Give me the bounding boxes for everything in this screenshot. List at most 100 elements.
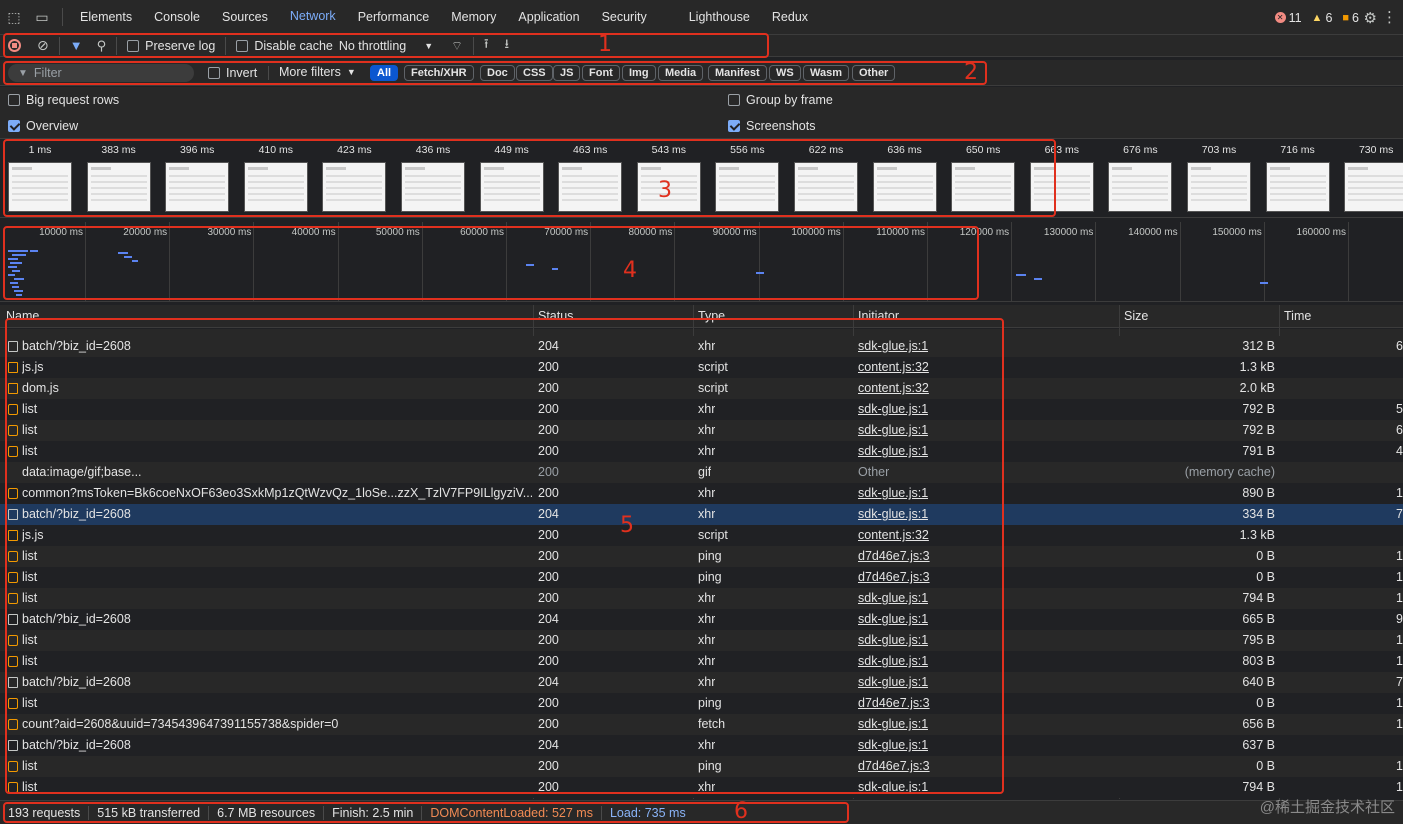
- request-initiator[interactable]: d7d46e7.js:3: [858, 696, 930, 710]
- table-row[interactable]: list 200 xhr sdk-glue.js:1 794 B 1: [0, 777, 1403, 798]
- request-initiator[interactable]: sdk-glue.js:1: [858, 717, 928, 731]
- column-header-time[interactable]: Time: [1284, 309, 1311, 323]
- request-initiator[interactable]: sdk-glue.js:1: [858, 402, 928, 416]
- screenshot-thumbnail[interactable]: [86, 162, 151, 212]
- tab-performance[interactable]: Performance: [347, 0, 441, 35]
- screenshot-frame[interactable]: 396 ms: [161, 144, 233, 212]
- screenshot-frame[interactable]: 1 ms: [4, 144, 76, 212]
- screenshot-thumbnail[interactable]: [1029, 162, 1094, 212]
- filter-type-css[interactable]: CSS: [516, 65, 553, 81]
- screenshot-frame[interactable]: 622 ms: [790, 144, 862, 212]
- screenshot-frame[interactable]: 716 ms: [1262, 144, 1334, 212]
- throttling-select[interactable]: No throttling ▼: [339, 39, 433, 53]
- request-initiator[interactable]: sdk-glue.js:1: [858, 780, 928, 794]
- request-initiator[interactable]: sdk-glue.js:1: [858, 339, 928, 353]
- request-initiator[interactable]: sdk-glue.js:1: [858, 423, 928, 437]
- screenshot-thumbnail[interactable]: [951, 162, 1016, 212]
- screenshot-frame[interactable]: 636 ms: [869, 144, 941, 212]
- screenshot-frame[interactable]: 436 ms: [397, 144, 469, 212]
- tab-redux[interactable]: Redux: [761, 0, 819, 35]
- filter-type-fetchxhr[interactable]: Fetch/XHR: [404, 65, 474, 81]
- checkbox-icon[interactable]: [236, 39, 249, 52]
- table-row[interactable]: batch/?biz_id=2608 204 xhr sdk-glue.js:1 637…: [0, 735, 1403, 756]
- more-filters-dropdown[interactable]: More filters ▼: [279, 65, 356, 79]
- tab-console[interactable]: Console: [143, 0, 211, 35]
- table-row[interactable]: list 200 xhr sdk-glue.js:1 803 B 1: [0, 651, 1403, 672]
- screenshot-thumbnail[interactable]: [1108, 162, 1173, 212]
- table-row[interactable]: list 200 xhr sdk-glue.js:1 792 B 5: [0, 399, 1403, 420]
- checkbox-icon[interactable]: [728, 94, 740, 106]
- table-row[interactable]: list 200 xhr sdk-glue.js:1 795 B 1: [0, 630, 1403, 651]
- table-row[interactable]: list 200 xhr sdk-glue.js:1 791 B 4: [0, 441, 1403, 462]
- table-row[interactable]: common?msToken=Bk6coeNxOF63eo3SxkMp1zQtW…: [0, 483, 1403, 504]
- screenshot-thumbnail[interactable]: [794, 162, 858, 212]
- warning-badge[interactable]: ▲ 6: [1312, 11, 1333, 25]
- screenshot-thumbnail[interactable]: [479, 162, 544, 212]
- screenshot-frame[interactable]: 449 ms: [476, 144, 548, 212]
- import-har-button[interactable]: ⭱: [484, 35, 489, 57]
- screenshot-frame[interactable]: 463 ms: [554, 144, 626, 212]
- filter-type-img[interactable]: Img: [622, 65, 656, 81]
- checkbox-icon[interactable]: [127, 39, 140, 52]
- request-initiator[interactable]: sdk-glue.js:1: [858, 486, 928, 500]
- overview-checkbox[interactable]: Overview: [8, 119, 78, 133]
- request-initiator[interactable]: sdk-glue.js:1: [858, 738, 928, 752]
- tab-network[interactable]: Network: [278, 0, 347, 35]
- tab-memory[interactable]: Memory: [440, 0, 507, 35]
- network-overview-timeline[interactable]: 10000 ms 20000 ms 30000 ms 40000 ms 50000 ms…: [0, 222, 1403, 302]
- table-row[interactable]: list 200 ping d7d46e7.js:3 0 B 1: [0, 693, 1403, 714]
- screenshot-frame[interactable]: 650 ms: [947, 144, 1019, 212]
- screenshot-thumbnail[interactable]: [1265, 162, 1330, 212]
- column-header-size[interactable]: Size: [1124, 309, 1148, 323]
- request-initiator[interactable]: content.js:32: [858, 528, 929, 542]
- screenshots-checkbox[interactable]: Screenshots: [728, 119, 815, 133]
- table-row[interactable]: batch/?biz_id=2608 204 xhr sdk-glue.js:1 312…: [0, 336, 1403, 357]
- table-row[interactable]: list 200 ping d7d46e7.js:3 0 B 1: [0, 546, 1403, 567]
- filter-input[interactable]: ▼ Filter: [8, 64, 194, 82]
- table-row[interactable]: list 200 xhr sdk-glue.js:1 794 B 1: [0, 588, 1403, 609]
- more-options-icon[interactable]: ⋮: [1382, 8, 1397, 26]
- tab-security[interactable]: Security: [591, 0, 658, 35]
- screenshot-thumbnail[interactable]: [8, 162, 72, 212]
- screenshot-frame[interactable]: 410 ms: [240, 144, 312, 212]
- clear-button[interactable]: ⊘: [37, 37, 49, 54]
- request-initiator[interactable]: content.js:32: [858, 360, 929, 374]
- issues-badge[interactable]: ■ 6: [1342, 11, 1359, 25]
- checkbox-icon[interactable]: [208, 67, 220, 79]
- network-conditions-button[interactable]: ⌔: [451, 38, 463, 54]
- filter-type-other[interactable]: Other: [852, 65, 896, 81]
- filter-type-all[interactable]: All: [370, 65, 399, 81]
- table-row[interactable]: list 200 ping d7d46e7.js:3 0 B 1: [0, 756, 1403, 777]
- request-initiator[interactable]: sdk-glue.js:1: [858, 591, 928, 605]
- table-row[interactable]: batch/?biz_id=2608 204 xhr sdk-glue.js:1 334…: [0, 504, 1403, 525]
- table-row[interactable]: dom.js 200 script content.js:32 2.0 kB: [0, 378, 1403, 399]
- search-button[interactable]: ⚲: [97, 38, 107, 54]
- column-header-name[interactable]: Name: [6, 309, 39, 323]
- error-badge[interactable]: ✕ 11: [1274, 11, 1302, 25]
- filter-type-ws[interactable]: WS: [769, 65, 801, 81]
- stop-recording-button[interactable]: [8, 39, 21, 52]
- settings-gear-icon[interactable]: ⚙: [1364, 9, 1377, 27]
- table-row[interactable]: list 200 xhr sdk-glue.js:1 792 B 6: [0, 420, 1403, 441]
- column-header-initiator[interactable]: Initiator: [858, 309, 899, 323]
- checkbox-icon[interactable]: [8, 94, 20, 106]
- table-row[interactable]: count?aid=2608&uuid=7345439647391155738&…: [0, 714, 1403, 735]
- screenshot-thumbnail[interactable]: [1187, 162, 1251, 212]
- filter-toggle-button[interactable]: ▼: [70, 38, 83, 53]
- big-request-rows-checkbox[interactable]: Big request rows: [8, 93, 119, 107]
- device-toolbar-icon[interactable]: ▭: [28, 0, 56, 35]
- request-initiator[interactable]: sdk-glue.js:1: [858, 633, 928, 647]
- invert-checkbox[interactable]: Invert: [208, 66, 257, 80]
- screenshot-thumbnail[interactable]: [401, 162, 465, 212]
- export-har-button[interactable]: ⭳: [505, 35, 510, 57]
- table-row[interactable]: js.js 200 script content.js:32 1.3 kB: [0, 525, 1403, 546]
- screenshot-thumbnail[interactable]: [1344, 162, 1403, 212]
- request-initiator[interactable]: content.js:32: [858, 381, 929, 395]
- request-initiator[interactable]: sdk-glue.js:1: [858, 507, 928, 521]
- screenshot-frame[interactable]: 663 ms: [1026, 144, 1098, 212]
- table-row[interactable]: list 200 ping d7d46e7.js:3 0 B 1: [0, 567, 1403, 588]
- filter-type-font[interactable]: Font: [582, 65, 620, 81]
- screenshot-thumbnail[interactable]: [558, 162, 623, 212]
- request-initiator[interactable]: sdk-glue.js:1: [858, 444, 928, 458]
- tab-elements[interactable]: Elements: [69, 0, 143, 35]
